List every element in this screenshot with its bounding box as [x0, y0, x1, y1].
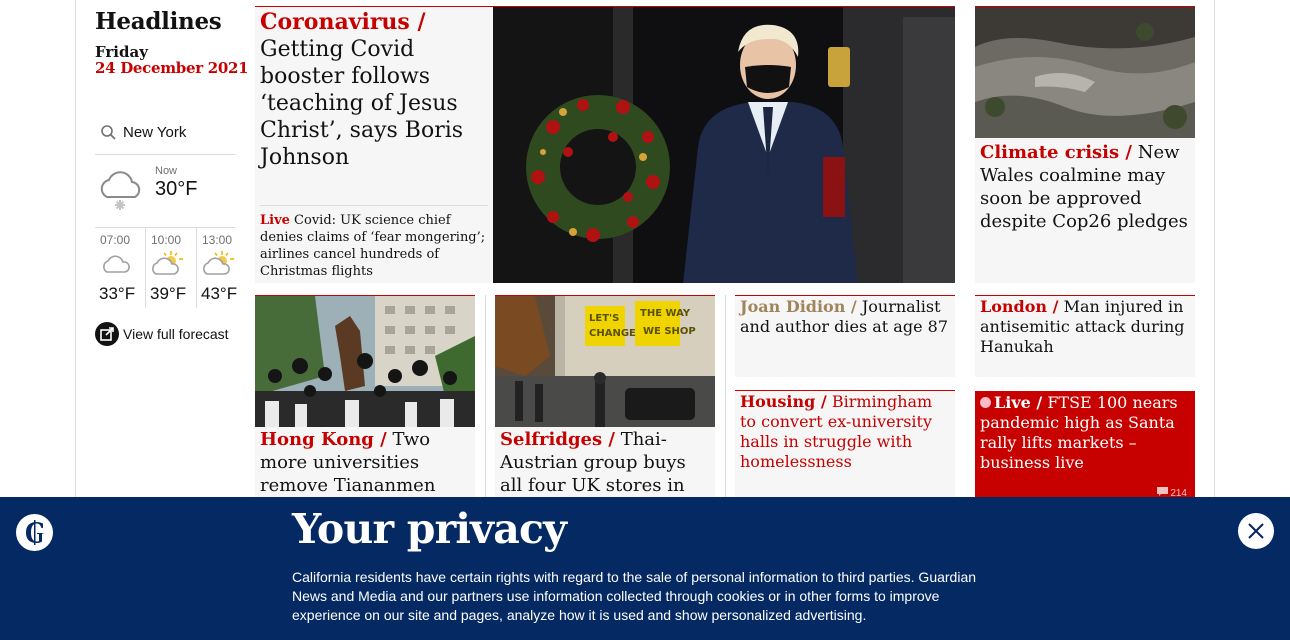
london-headline[interactable]: London / Man injured in antisemitic atta…: [980, 297, 1192, 357]
now-label: Now: [155, 165, 178, 177]
climate-kicker: Climate crisis /: [980, 142, 1132, 163]
section-title: Headlines: [95, 8, 222, 35]
selfridges-story-card[interactable]: LET'S CHANGE THE WAY WE SHOP Selfridges / T…: [495, 295, 715, 519]
search-icon: [100, 124, 118, 146]
ftse-live-card[interactable]: Live / FTSE 100 nears pandemic high as S…: [975, 391, 1195, 501]
svg-text:WE SHOP: WE SHOP: [643, 326, 696, 337]
external-link-icon: [95, 322, 119, 346]
climate-headline[interactable]: Climate crisis / New Wales coalmine may …: [980, 141, 1192, 233]
lead-story-card[interactable]: Coronavirus / Getting Covid booster foll…: [255, 6, 493, 283]
lead-sublink[interactable]: Live Covid: UK science chief denies clai…: [260, 205, 488, 280]
sun-cloud-icon: [201, 250, 235, 282]
forecast-slot: 13:00 43°F: [196, 228, 244, 308]
lead-story-image[interactable]: [493, 6, 955, 283]
close-button[interactable]: [1238, 513, 1274, 549]
date-full: 24 December 2021: [95, 59, 249, 77]
full-forecast-label: View full forecast: [123, 326, 229, 342]
didion-headline[interactable]: Joan Didion / Journalist and author dies…: [740, 297, 952, 337]
snow-cloud-icon: [95, 165, 147, 215]
coalmine-image: [975, 7, 1195, 138]
lead-headline[interactable]: Coronavirus / Getting Covid booster foll…: [260, 9, 488, 171]
privacy-title: Your privacy: [292, 505, 567, 553]
live-pulse-icon: [980, 397, 991, 408]
svg-text:THE WAY: THE WAY: [640, 308, 691, 319]
hongkong-headline[interactable]: Hong Kong / Two more universities remove…: [260, 428, 472, 497]
ftse-headline[interactable]: Live / FTSE 100 nears pandemic high as S…: [980, 393, 1192, 473]
privacy-banner: Your privacy California residents have c…: [0, 497, 1290, 640]
housing-headline[interactable]: Housing / Birmingham to convert ex-unive…: [740, 392, 952, 472]
weather-now: Now 30°F: [95, 160, 235, 228]
weather-location[interactable]: New York: [95, 118, 235, 155]
forecast-slot: 07:00 33°F: [95, 228, 143, 308]
location-label: New York: [123, 124, 187, 141]
guardian-logo-icon: [16, 514, 53, 551]
hongkong-kicker: Hong Kong /: [260, 429, 387, 450]
forecast-slot: 10:00 39°F: [145, 228, 193, 308]
column-divider: [725, 295, 726, 500]
forecast-time: 10:00: [151, 233, 182, 247]
svg-text:CHANGE: CHANGE: [589, 328, 636, 339]
svg-text:LET'S: LET'S: [589, 313, 619, 324]
hourly-forecast: 07:00 33°F 10:00 39°F 13:00 43°F: [95, 228, 240, 308]
lead-headline-text: Getting Covid booster follows ‘teaching …: [260, 37, 464, 170]
didion-story-card[interactable]: Joan Didion / Journalist and author dies…: [735, 295, 955, 377]
hongkong-image: [255, 296, 475, 427]
privacy-body: California residents have certain rights…: [292, 569, 977, 623]
london-kicker: London /: [980, 297, 1059, 316]
forecast-temperature: 39°F: [150, 284, 187, 303]
now-temperature: 30°F: [155, 178, 198, 200]
forecast-temperature: 43°F: [201, 284, 238, 303]
housing-story-card[interactable]: Housing / Birmingham to convert ex-unive…: [735, 390, 955, 500]
cloud-icon: [99, 250, 133, 282]
sublink-text: Covid: UK science chief denies claims of…: [260, 213, 486, 279]
london-story-card[interactable]: London / Man injured in antisemitic atta…: [975, 295, 1195, 377]
selfridges-kicker: Selfridges /: [500, 429, 615, 450]
column-divider: [485, 295, 486, 500]
live-tag: Live: [260, 213, 290, 228]
lead-kicker: Coronavirus /: [260, 9, 426, 35]
sun-cloud-icon: [150, 250, 184, 282]
selfridges-image: LET'S CHANGE THE WAY WE SHOP: [495, 296, 715, 427]
forecast-temperature: 33°F: [99, 284, 136, 303]
hongkong-story-card[interactable]: Hong Kong / Two more universities remove…: [255, 295, 475, 500]
climate-story-card[interactable]: Climate crisis / New Wales coalmine may …: [975, 6, 1195, 283]
didion-kicker: Joan Didion /: [740, 297, 857, 316]
ftse-kicker: Live /: [994, 393, 1043, 412]
housing-kicker: Housing /: [740, 392, 827, 411]
forecast-time: 07:00: [100, 233, 131, 247]
forecast-time: 13:00: [202, 233, 233, 247]
